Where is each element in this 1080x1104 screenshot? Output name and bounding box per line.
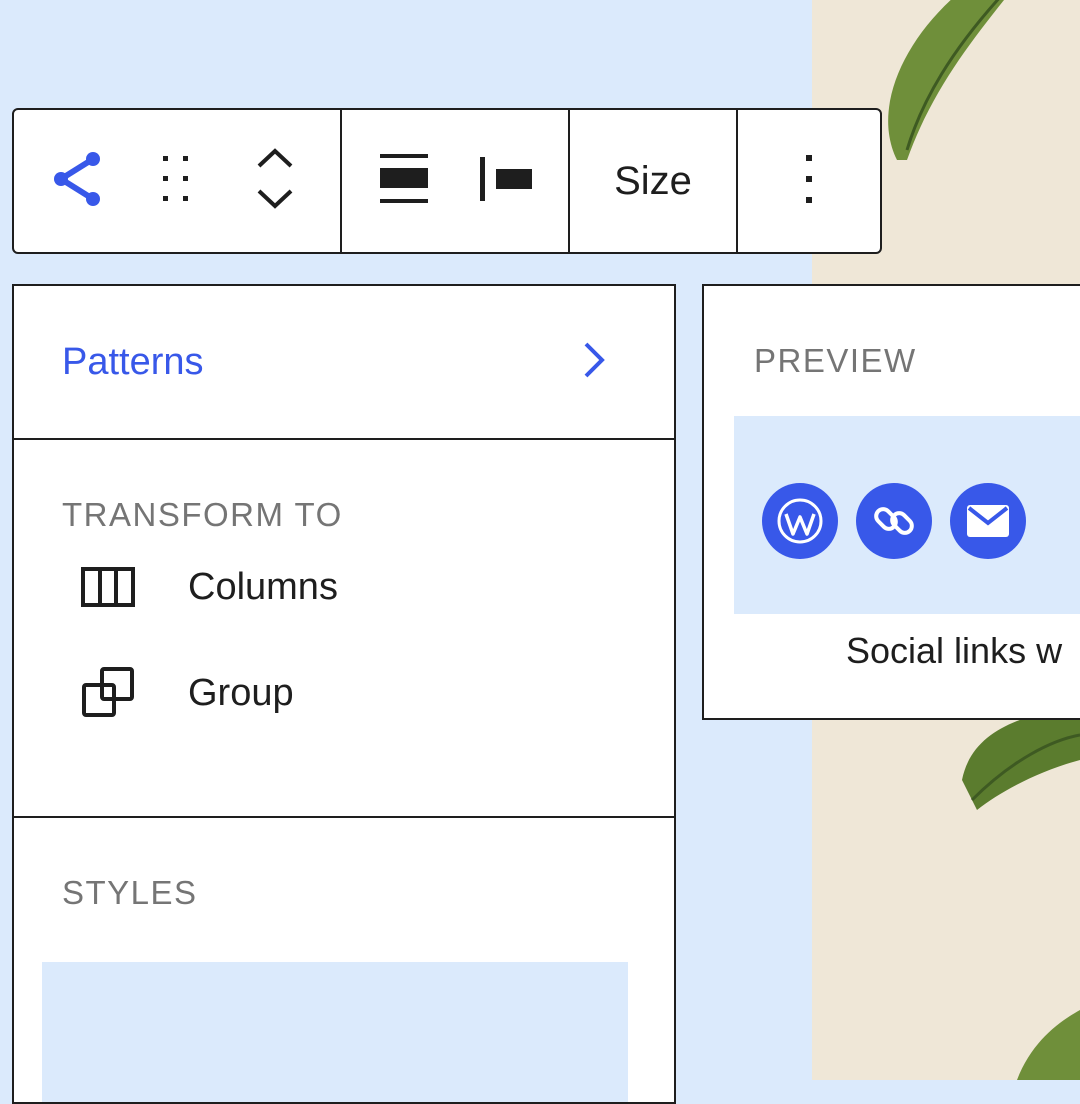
style-option-preview[interactable] — [42, 962, 628, 1102]
styles-title: STYLES — [62, 874, 198, 911]
preview-caption: Social links w — [846, 630, 1063, 671]
columns-label: Columns — [188, 565, 338, 608]
orientation-button[interactable] — [466, 110, 546, 252]
link-icon — [856, 483, 932, 559]
styles-section: STYLES — [14, 818, 674, 1102]
transform-to-title: TRANSFORM TO — [62, 496, 343, 533]
justification-button[interactable] — [342, 110, 466, 252]
patterns-label: Patterns — [62, 340, 204, 383]
move-block-control — [214, 110, 336, 252]
size-button[interactable]: Size — [568, 110, 736, 252]
more-vertical-icon — [805, 154, 813, 208]
block-switcher-panel: Patterns TRANSFORM TO Columns Group STYL… — [12, 284, 676, 1104]
wordpress-icon — [762, 483, 838, 559]
preview-title: PREVIEW — [754, 342, 917, 379]
transform-group-item[interactable]: Group — [62, 640, 674, 746]
toolbar-alignment-group — [340, 110, 568, 252]
drag-handle-icon — [161, 154, 191, 209]
chevron-down-icon — [257, 189, 293, 209]
share-icon — [51, 151, 101, 212]
size-label: Size — [614, 158, 692, 203]
transform-to-section: TRANSFORM TO Columns Group — [14, 440, 674, 818]
justify-fill-icon — [380, 153, 428, 209]
toolbar-block-group — [14, 110, 340, 252]
group-label: Group — [188, 671, 294, 714]
justify-left-icon — [480, 156, 532, 206]
share-block-button[interactable] — [14, 110, 138, 252]
preview-area — [734, 416, 1080, 614]
chevron-up-icon — [257, 148, 293, 168]
group-icon — [80, 665, 136, 721]
chevron-right-icon — [582, 341, 606, 384]
mail-icon — [950, 483, 1026, 559]
preview-panel: PREVIEW Social links w — [702, 284, 1080, 720]
block-toolbar: Size — [12, 108, 882, 254]
drag-handle[interactable] — [138, 110, 214, 252]
patterns-menu-item[interactable]: Patterns — [14, 286, 674, 440]
move-up-button[interactable] — [256, 147, 294, 174]
transform-columns-item[interactable]: Columns — [62, 534, 674, 640]
more-options-button[interactable] — [736, 110, 880, 252]
columns-icon — [80, 559, 136, 615]
move-down-button[interactable] — [256, 188, 294, 215]
